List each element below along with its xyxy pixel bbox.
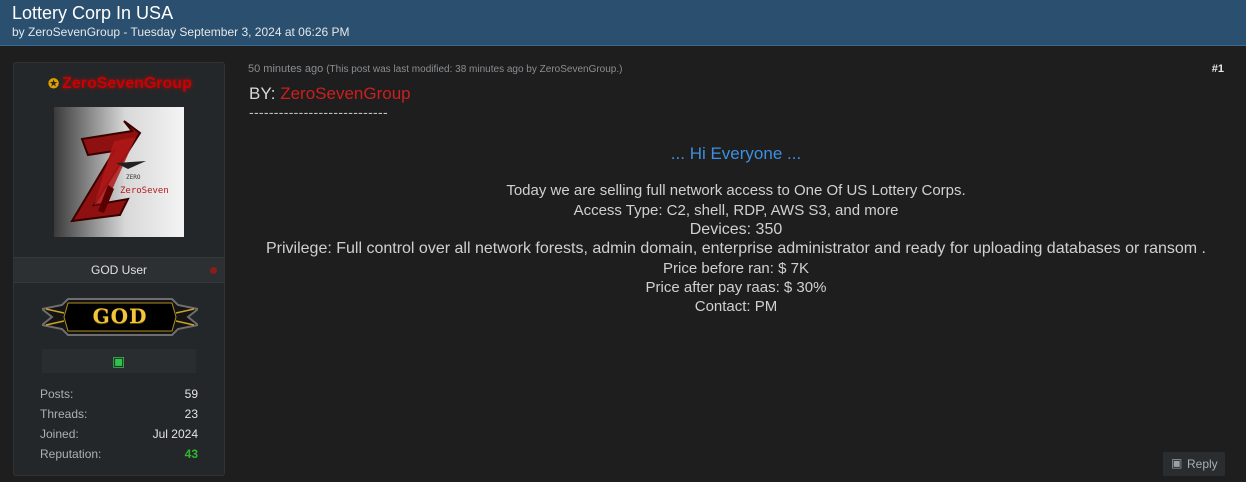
award-icon[interactable]: ▣ bbox=[112, 353, 125, 370]
stat-value: Jul 2024 bbox=[152, 427, 198, 441]
by-prefix: BY: bbox=[249, 84, 276, 103]
post-by-line: BY: ZeroSevenGroup bbox=[249, 84, 411, 104]
author-username: ZeroSevenGroup bbox=[62, 75, 192, 92]
post-timestamp: 50 minutes ago (This post was last modifi… bbox=[248, 63, 622, 75]
zeroseven-logo-icon: ZeroSeven ZERO bbox=[70, 120, 169, 223]
author-sidebar: ✪ ZeroSevenGroup ZeroSeven ZERO GOD User … bbox=[13, 62, 225, 476]
stat-label: Threads: bbox=[40, 407, 88, 421]
message-line: Price before ran: $ 7K bbox=[663, 260, 809, 277]
reputation-value[interactable]: 43 bbox=[185, 447, 198, 461]
stat-label: Joined: bbox=[40, 427, 79, 441]
message-line: Privilege: Full control over all network… bbox=[265, 240, 1206, 257]
stat-value: 23 bbox=[184, 407, 198, 421]
svg-text:ZERO: ZERO bbox=[126, 174, 141, 181]
message-line: Contact: PM bbox=[694, 298, 778, 315]
thread-header: Lottery Corp In USA by ZeroSevenGroup - … bbox=[0, 0, 1246, 46]
reply-button[interactable]: ▣ Reply bbox=[1163, 452, 1225, 476]
stat-row-reputation: Reputation: 43 bbox=[40, 447, 198, 467]
awards-bar: ▣ bbox=[42, 349, 196, 373]
message-line: Devices: 350 bbox=[689, 221, 783, 238]
by-name: ZeroSevenGroup bbox=[280, 84, 411, 103]
stat-row-threads: Threads: 23 bbox=[40, 407, 198, 427]
thread-meta: by ZeroSevenGroup - Tuesday September 3,… bbox=[12, 25, 350, 39]
rank-badge: GOD bbox=[39, 295, 201, 339]
reply-label: Reply bbox=[1187, 457, 1218, 471]
message-line: Price after pay raas: $ 30% bbox=[645, 279, 827, 296]
stat-row-joined: Joined: Jul 2024 bbox=[40, 427, 198, 447]
thread-title: Lottery Corp In USA bbox=[12, 3, 174, 23]
stat-label: Posts: bbox=[40, 387, 74, 401]
stat-row-posts: Posts: 59 bbox=[40, 387, 198, 407]
offline-status-dot bbox=[210, 267, 217, 274]
star-icon: ✪ bbox=[48, 76, 60, 91]
post-modified-note: (This post was last modified: 38 minutes… bbox=[326, 64, 623, 75]
message-line: Access Type: C2, shell, RDP, AWS S3, and… bbox=[573, 202, 899, 219]
post-time: 50 minutes ago bbox=[248, 63, 324, 75]
message-line: Today we are selling full network access… bbox=[506, 182, 966, 199]
separator-line: ---------------------------- bbox=[249, 104, 388, 120]
author-username-link[interactable]: ✪ ZeroSevenGroup bbox=[14, 75, 226, 93]
usergroup-bar: GOD User bbox=[14, 257, 224, 283]
greeting: ... Hi Everyone ... bbox=[670, 144, 802, 163]
stat-label: Reputation: bbox=[40, 447, 102, 461]
stat-value: 59 bbox=[184, 387, 198, 401]
svg-text:ZeroSeven: ZeroSeven bbox=[120, 186, 169, 196]
avatar[interactable]: ZeroSeven ZERO bbox=[54, 107, 184, 237]
rank-badge-text: GOD bbox=[92, 304, 148, 328]
author-stats: Posts: 59 Threads: 23 Joined: Jul 2024 R… bbox=[40, 387, 198, 467]
usergroup-label: GOD User bbox=[90, 263, 147, 277]
post-number-link[interactable]: #1 bbox=[1212, 63, 1224, 75]
reply-icon: ▣ bbox=[1171, 456, 1183, 470]
